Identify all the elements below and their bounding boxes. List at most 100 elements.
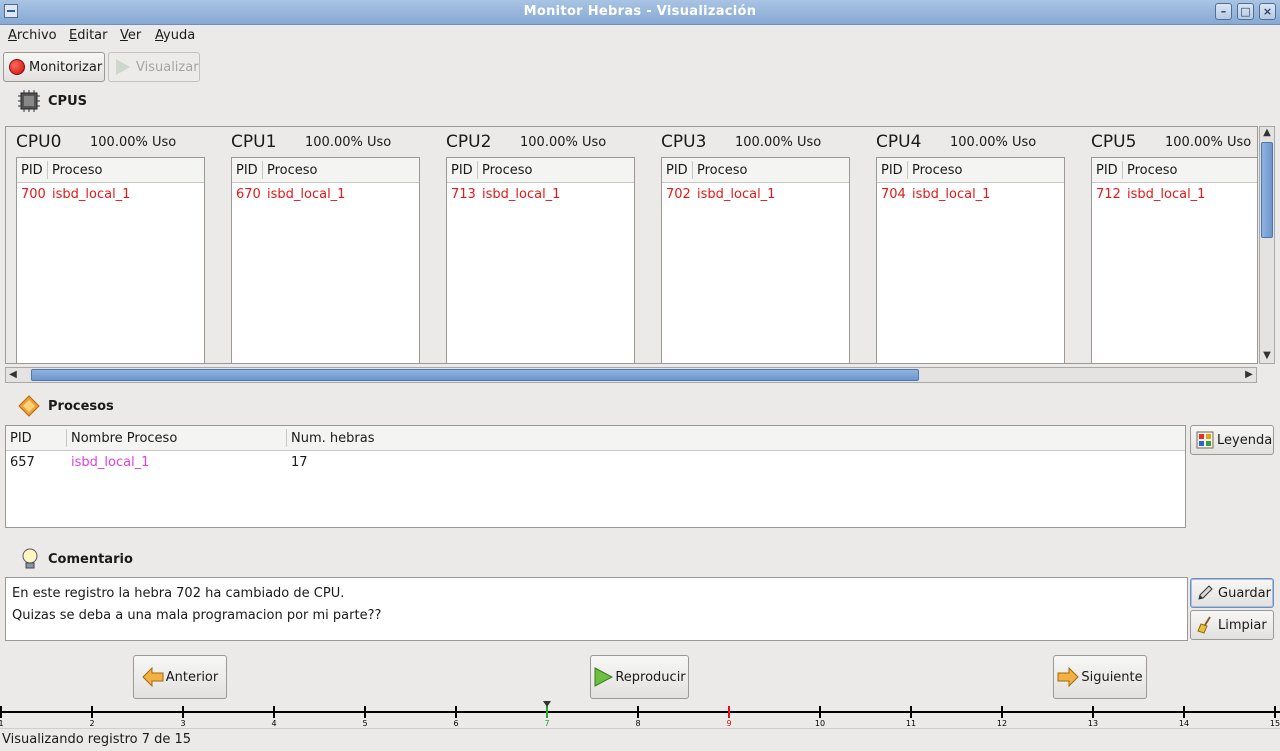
col-pid-header[interactable]: PID [10,431,32,446]
col-proceso-header[interactable]: Proceso [697,163,748,178]
scroll-left-icon[interactable]: ◀ [6,369,20,381]
col-proceso-header[interactable]: Proceso [267,163,318,178]
col-pid-header[interactable]: PID [236,163,258,178]
cpu-thread-table[interactable]: PID Proceso 702 isbd_local_1 [661,157,850,363]
timeline-ruler[interactable]: 1 2 3 4 5 6 7 8 9 10 11 12 13 14 15 [0,700,1280,728]
timeline-tick-label: 10 [815,719,825,728]
cpu-thread-table[interactable]: PID Proceso 704 isbd_local_1 [876,157,1065,363]
col-threads-header[interactable]: Num. hebras [291,431,374,446]
next-button[interactable]: Siguiente [1053,655,1147,699]
cpu-usage: 100.00% Uso [950,135,1037,150]
thread-process[interactable]: isbd_local_1 [52,187,130,202]
save-label: Guardar [1218,585,1271,601]
scroll-thumb[interactable] [31,369,919,381]
cpu-card: CPU5 100.00% Uso PID Proceso 712 isbd_lo… [1091,127,1257,363]
timeline-tick-label: 5 [362,719,367,728]
current-position-marker[interactable] [543,701,551,707]
thread-pid[interactable]: 670 [236,187,261,202]
procesos-section-label: Procesos [48,399,114,414]
cpu-card: CPU2 100.00% Uso PID Proceso 713 isbd_lo… [446,127,636,363]
thread-pid[interactable]: 712 [1096,187,1121,202]
next-label: Siguiente [1081,669,1143,685]
legend-button[interactable]: Leyenda [1190,425,1274,455]
timeline-tick-label: 11 [906,719,916,728]
cpu-name: CPU1 [231,132,277,152]
col-proceso-header[interactable]: Proceso [912,163,963,178]
thread-pid[interactable]: 713 [451,187,476,202]
table-header: PID Proceso [232,158,419,183]
previous-label: Anterior [165,669,219,685]
save-button[interactable]: Guardar [1190,578,1274,608]
palette-icon [1196,431,1214,449]
play-icon [594,667,614,687]
thread-process[interactable]: isbd_local_1 [267,187,345,202]
thread-process[interactable]: isbd_local_1 [912,187,990,202]
thread-pid[interactable]: 700 [21,187,46,202]
cpu-vertical-scrollbar[interactable]: ▲ ▼ [1259,126,1275,364]
scroll-right-icon[interactable]: ▶ [1242,369,1256,381]
cpu-panel: CPU0 100.00% Uso PID Proceso 700 isbd_lo… [5,126,1258,364]
cpu-card: CPU1 100.00% Uso PID Proceso 670 isbd_lo… [231,127,421,363]
col-pid-header[interactable]: PID [666,163,688,178]
menu-archivo[interactable]: Archivo [8,28,57,43]
legend-label: Leyenda [1217,432,1273,448]
cpu-thread-table[interactable]: PID Proceso 670 isbd_local_1 [231,157,420,363]
col-pid-header[interactable]: PID [881,163,903,178]
thread-process[interactable]: isbd_local_1 [697,187,775,202]
comentario-section-label: Comentario [48,552,133,567]
view-button[interactable]: Visualizar [108,52,200,82]
process-table[interactable]: PID Nombre Proceso Num. hebras 657 isbd_… [5,425,1186,528]
scroll-up-icon[interactable]: ▲ [1260,127,1274,139]
thread-process[interactable]: isbd_local_1 [482,187,560,202]
clear-button[interactable]: Limpiar [1190,610,1274,640]
comment-line: En este registro la hebra 702 ha cambiad… [12,586,345,601]
table-header: PID Proceso [1092,158,1257,183]
scroll-thumb[interactable] [1261,142,1273,238]
thread-pid[interactable]: 702 [666,187,691,202]
col-pid-header[interactable]: PID [21,163,43,178]
cpu-card: CPU0 100.00% Uso PID Proceso 700 isbd_lo… [16,127,206,363]
close-icon[interactable]: × [1259,3,1276,20]
previous-button[interactable]: Anterior [133,655,227,699]
title-bar: Monitor Hebras - Visualización – □ × [0,0,1280,25]
cpu-thread-table[interactable]: PID Proceso 713 isbd_local_1 [446,157,635,363]
menu-ayuda[interactable]: Ayuda [155,28,195,43]
minimize-icon[interactable]: – [1215,3,1232,20]
play-label: Reproducir [615,669,686,685]
col-name-header[interactable]: Nombre Proceso [71,431,177,446]
menu-editar[interactable]: Editar [69,28,108,43]
clear-label: Limpiar [1218,617,1267,633]
timeline-tick-label: 2 [89,719,94,728]
cpu-usage: 100.00% Uso [90,135,177,150]
col-proceso-header[interactable]: Proceso [52,163,103,178]
cpu-thread-table[interactable]: PID Proceso 700 isbd_local_1 [16,157,205,363]
comment-textarea[interactable]: En este registro la hebra 702 ha cambiad… [5,577,1188,641]
arrow-right-icon [1057,667,1080,687]
cpu-horizontal-scrollbar[interactable]: ◀ ▶ [5,367,1257,383]
timeline-tick-label: 13 [1088,719,1098,728]
menu-ver[interactable]: Ver [120,28,141,43]
scroll-down-icon[interactable]: ▼ [1260,350,1274,362]
thread-pid[interactable]: 704 [881,187,906,202]
monitor-button[interactable]: Monitorizar [3,52,105,82]
process-threads[interactable]: 17 [291,455,308,470]
monitor-label: Monitorizar [29,59,103,75]
col-pid-header[interactable]: PID [451,163,473,178]
thread-process[interactable]: isbd_local_1 [1127,187,1205,202]
table-header: PID Nombre Proceso Num. hebras [6,426,1185,451]
col-pid-header[interactable]: PID [1096,163,1118,178]
col-proceso-header[interactable]: Proceso [1127,163,1178,178]
timeline-tick-label: 8 [635,719,640,728]
play-button[interactable]: Reproducir [590,655,689,699]
cpu-thread-table[interactable]: PID Proceso 712 isbd_local_1 [1091,157,1257,363]
col-proceso-header[interactable]: Proceso [482,163,533,178]
maximize-icon[interactable]: □ [1237,3,1254,20]
timeline-tick-label: 14 [1179,719,1189,728]
table-header: PID Proceso [877,158,1064,183]
timeline-tick-label: 1 [0,719,4,728]
process-name[interactable]: isbd_local_1 [71,455,149,470]
process-pid[interactable]: 657 [10,455,35,470]
timeline-tick-label: 7 [544,719,549,728]
timeline-tick-label: 6 [453,719,458,728]
status-bar: Visualizando registro 7 de 15 [0,728,1280,751]
